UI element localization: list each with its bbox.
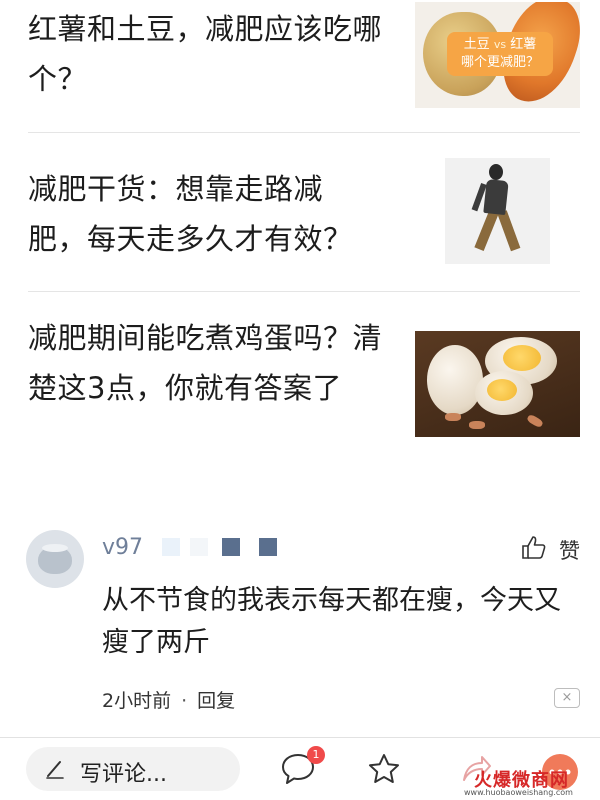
obscured-username-part [162,538,180,556]
comment-text: 从不节食的我表示每天都在瘦，今天又瘦了两斤 [102,585,561,658]
avatar[interactable] [26,530,84,588]
article-thumbnail[interactable]: 土豆 vs 红薯 哪个更减肥？ [415,2,580,108]
comment-time: 2小时前 [102,690,172,712]
comment-item: v97 赞 从不节食的我表示每天都在瘦，今天又瘦了两斤 2小时前 · 回复 × [0,516,600,736]
comment-meta: 2小时前 · 回复 [102,686,235,713]
meta-separator: · [181,690,188,712]
article-thumbnail[interactable] [445,158,550,264]
bottom-action-bar: 写评论... 1 火爆微商网 www.huobaoweishang.com [0,737,600,800]
thumbs-up-icon [522,536,546,559]
article-title[interactable]: 减肥干货：想靠走路减肥，每天走多久才有效？ [28,164,368,264]
star-icon [369,754,399,783]
watermark-logo: 火爆微商网 www.huobaoweishang.com [464,770,573,797]
obscured-username-part [259,538,277,556]
write-comment-label: 写评论... [80,762,167,787]
pen-icon [46,761,64,779]
reply-button[interactable]: 回复 [197,690,235,712]
article-item[interactable]: 减肥期间能吃煮鸡蛋吗？清楚这3点，你就有答案了 [0,292,600,472]
comment-username[interactable]: v97 [102,535,143,560]
article-thumbnail[interactable] [415,331,580,437]
article-title[interactable]: 红薯和土豆，减肥应该吃哪个？ [28,4,396,104]
close-icon[interactable]: × [554,688,580,708]
favorite-button[interactable] [366,752,402,786]
obscured-username-part [190,538,208,556]
comment-count-badge: 1 [307,746,325,764]
like-button[interactable]: 赞 [518,534,580,563]
article-item[interactable]: 减肥干货：想靠走路减肥，每天走多久才有效？ [0,133,600,291]
article-item[interactable]: 红薯和土豆，减肥应该吃哪个？ 土豆 vs 红薯 哪个更减肥？ [0,0,600,132]
comments-button[interactable]: 1 [280,746,325,788]
write-comment-button[interactable]: 写评论... [26,747,240,791]
article-title[interactable]: 减肥期间能吃煮鸡蛋吗？清楚这3点，你就有答案了 [28,313,396,413]
like-label: 赞 [559,539,580,563]
thumbnail-caption: 土豆 vs 红薯 哪个更减肥？ [447,32,553,76]
obscured-username-part [222,538,240,556]
